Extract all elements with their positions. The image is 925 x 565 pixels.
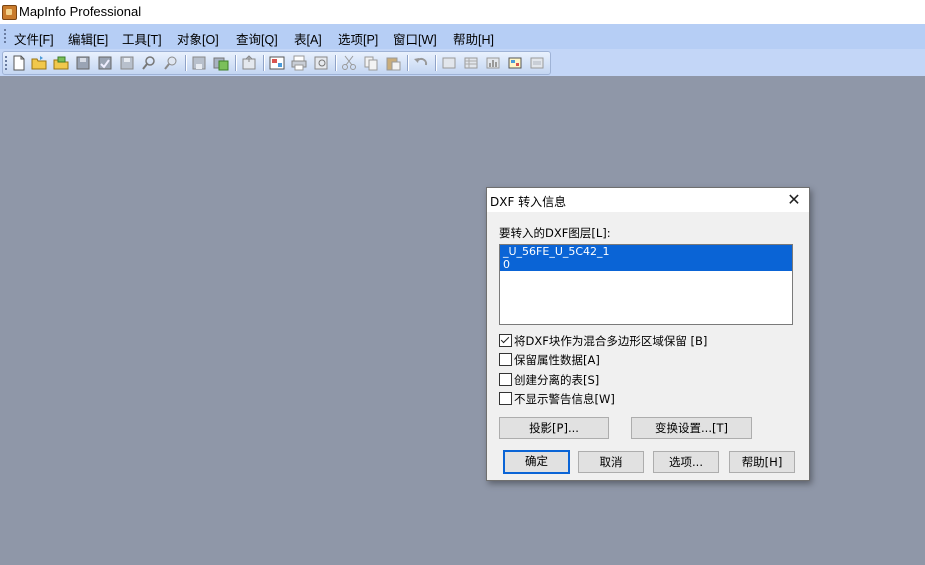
- app-title: MapInfo Professional: [19, 4, 142, 19]
- menu-query[interactable]: 查询[Q]: [236, 29, 278, 48]
- menu-tools[interactable]: 工具[T]: [122, 29, 162, 48]
- print-preview-icon[interactable]: [313, 55, 329, 71]
- close-all-icon[interactable]: [97, 55, 113, 71]
- menu-objects[interactable]: 对象[O]: [177, 29, 219, 48]
- save-icon[interactable]: [119, 55, 135, 71]
- print-setup-icon[interactable]: [269, 55, 285, 71]
- open-icon[interactable]: [31, 55, 47, 71]
- cancel-button[interactable]: 取消: [578, 451, 644, 473]
- layout-window-icon[interactable]: [507, 55, 523, 71]
- menu-edit[interactable]: 编辑[E]: [68, 29, 108, 48]
- no-warnings-checkbox[interactable]: [499, 392, 512, 405]
- preserve-attributes-checkbox[interactable]: [499, 353, 512, 366]
- dxf-import-dialog: DXF 转入信息 ✕ 要转入的DXF图层[L]: _U_56FE_U_5C42_…: [486, 187, 810, 481]
- menu-bar: 文件[F] 编辑[E] 工具[T] 对象[O] 查询[Q] 表[A] 选项[P]…: [0, 24, 925, 49]
- dialog-title-bar: DXF 转入信息 ✕: [487, 188, 809, 212]
- menu-window[interactable]: 窗口[W]: [393, 29, 437, 48]
- toolbar-separator: [335, 55, 336, 71]
- list-item[interactable]: 0: [500, 258, 792, 271]
- menu-bar-grip[interactable]: [4, 29, 6, 43]
- menu-file[interactable]: 文件[F]: [14, 29, 54, 48]
- standard-toolbar: [2, 51, 551, 75]
- projection-button[interactable]: 投影[P]...: [499, 417, 609, 439]
- cut-icon[interactable]: [341, 55, 357, 71]
- paste-icon[interactable]: [385, 55, 401, 71]
- separate-tables-label[interactable]: 创建分离的表[S]: [514, 372, 599, 388]
- map-window-icon[interactable]: [441, 55, 457, 71]
- toolbar-grip[interactable]: [5, 56, 7, 70]
- dialog-title: DXF 转入信息: [490, 195, 567, 209]
- zoom-icon[interactable]: [163, 55, 179, 71]
- toolbar-separator: [235, 55, 236, 71]
- toolbar-separator: [263, 55, 264, 71]
- app-title-bar: MapInfo Professional: [0, 0, 925, 24]
- toolbar-separator: [435, 55, 436, 71]
- menu-help[interactable]: 帮助[H]: [453, 29, 494, 48]
- mapinfo-app-icon: [2, 5, 17, 20]
- save-copy-icon[interactable]: [191, 55, 207, 71]
- close-icon[interactable]: ✕: [781, 190, 807, 210]
- help-button[interactable]: 帮助[H]: [729, 451, 795, 473]
- export-icon[interactable]: [241, 55, 257, 71]
- toolbar-separator: [407, 55, 408, 71]
- preserve-attributes-label[interactable]: 保留属性数据[A]: [514, 352, 600, 368]
- undo-icon[interactable]: [413, 55, 429, 71]
- copy-icon[interactable]: [363, 55, 379, 71]
- open-workspace-icon[interactable]: [53, 55, 69, 71]
- preserve-blocks-checkbox[interactable]: [499, 334, 512, 347]
- dxf-layers-listbox[interactable]: _U_56FE_U_5C42_1 0: [499, 244, 793, 325]
- layers-label: 要转入的DXF图层[L]:: [499, 226, 611, 240]
- list-item[interactable]: _U_56FE_U_5C42_1: [500, 245, 792, 258]
- ok-button[interactable]: 确定: [503, 450, 570, 474]
- toolbar-separator: [185, 55, 186, 71]
- graph-window-icon[interactable]: [485, 55, 501, 71]
- no-warnings-label[interactable]: 不显示警告信息[W]: [514, 391, 615, 407]
- menu-options[interactable]: 选项[P]: [338, 29, 378, 48]
- menu-table[interactable]: 表[A]: [294, 29, 322, 48]
- browser-window-icon[interactable]: [463, 55, 479, 71]
- new-icon[interactable]: [11, 55, 27, 71]
- save-workspace-icon[interactable]: [213, 55, 229, 71]
- separate-tables-checkbox[interactable]: [499, 373, 512, 386]
- print-icon[interactable]: [291, 55, 307, 71]
- preserve-blocks-label[interactable]: 将DXF块作为混合多边形区域保留 [B]: [514, 333, 707, 349]
- redistrict-window-icon[interactable]: [529, 55, 545, 71]
- find-icon[interactable]: [141, 55, 157, 71]
- close-icon[interactable]: [75, 55, 91, 71]
- options-button[interactable]: 选项...: [653, 451, 719, 473]
- transform-settings-button[interactable]: 变换设置...[T]: [631, 417, 752, 439]
